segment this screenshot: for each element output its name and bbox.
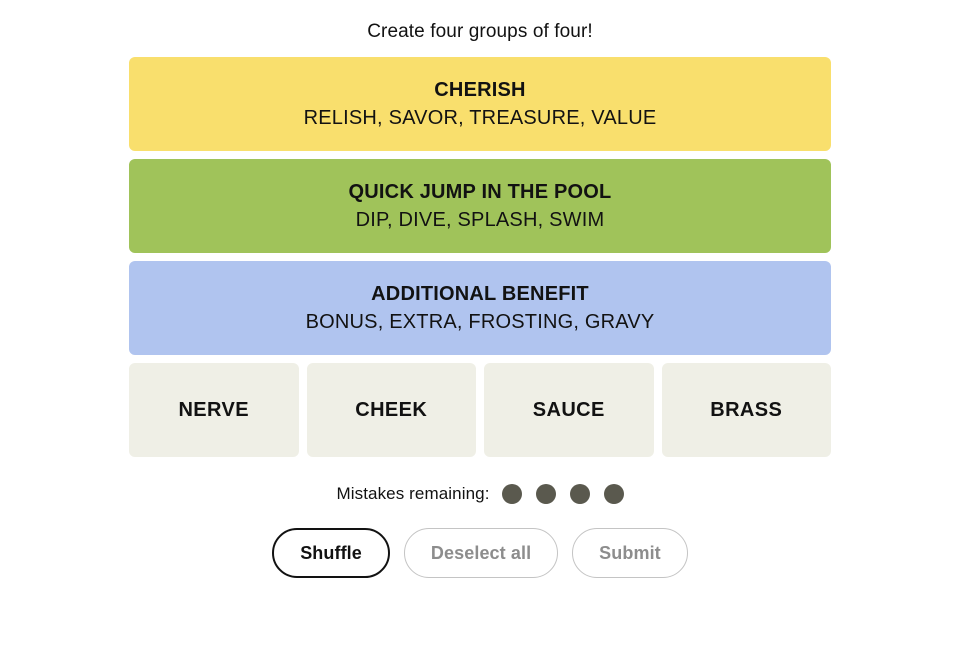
mistakes-remaining-label: Mistakes remaining: (336, 484, 490, 503)
mistake-dots (501, 484, 624, 504)
solved-group-members: DIP, DIVE, SPLASH, SWIM (355, 208, 605, 231)
mistake-dot (603, 484, 624, 504)
mistakes-remaining: Mistakes remaining: (336, 484, 624, 504)
connections-game: Create four groups of four! CHERISH RELI… (0, 0, 960, 660)
solved-group-row-blue: ADDITIONAL BENEFIT BONUS, EXTRA, FROSTIN… (129, 261, 831, 355)
solved-group-members: RELISH, SAVOR, TREASURE, VALUE (303, 106, 657, 129)
solved-group-title: CHERISH (434, 78, 526, 101)
action-buttons: Shuffle Deselect all Submit (272, 528, 688, 578)
solved-group-row-green: QUICK JUMP IN THE POOL DIP, DIVE, SPLASH… (129, 159, 831, 253)
mistake-dot (569, 484, 590, 504)
puzzle-board: CHERISH RELISH, SAVOR, TREASURE, VALUE Q… (129, 57, 831, 457)
mistake-dot (501, 484, 522, 504)
instruction-text: Create four groups of four! (367, 21, 593, 42)
solved-group-members: BONUS, EXTRA, FROSTING, GRAVY (305, 310, 655, 333)
deselect-all-button[interactable]: Deselect all (403, 528, 559, 578)
mistake-dot (535, 484, 556, 504)
submit-button[interactable]: Submit (572, 528, 688, 578)
word-tile-row: NERVE CHEEK SAUCE BRASS (129, 363, 831, 457)
solved-group-title: ADDITIONAL BENEFIT (371, 282, 589, 305)
word-tile-brass[interactable]: BRASS (661, 363, 831, 457)
solved-group-row-yellow: CHERISH RELISH, SAVOR, TREASURE, VALUE (129, 57, 831, 151)
solved-group-title: QUICK JUMP IN THE POOL (348, 180, 612, 203)
word-tile-sauce[interactable]: SAUCE (484, 363, 654, 457)
word-tile-cheek[interactable]: CHEEK (306, 363, 476, 457)
shuffle-button[interactable]: Shuffle (272, 528, 390, 578)
word-tile-nerve[interactable]: NERVE (129, 363, 299, 457)
